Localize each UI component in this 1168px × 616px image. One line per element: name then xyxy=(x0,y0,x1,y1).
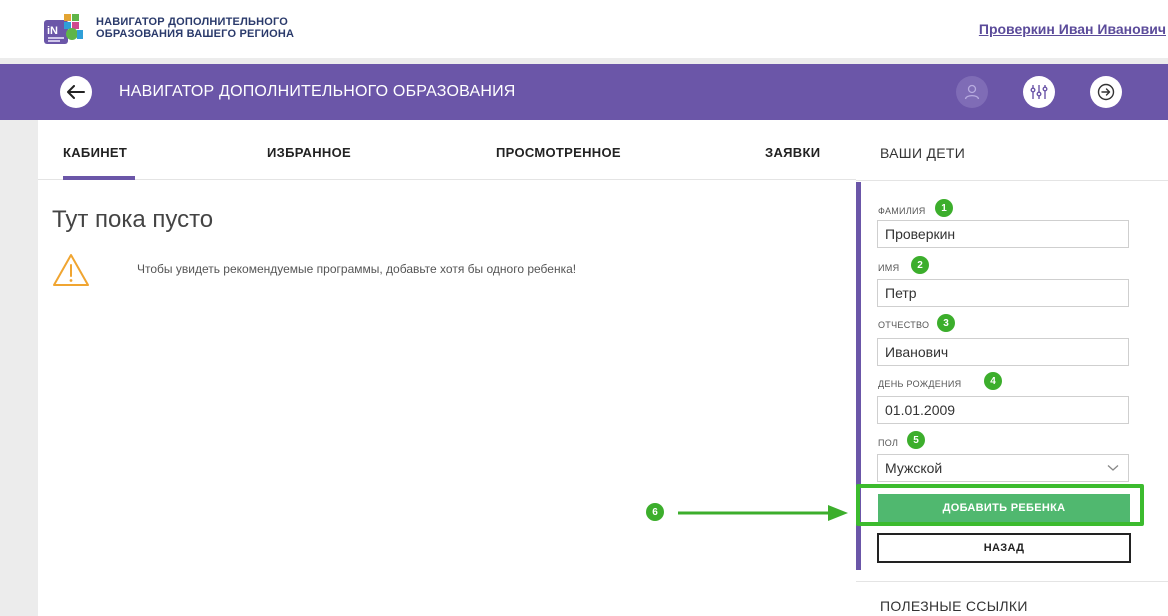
step-badge-5: 5 xyxy=(907,431,925,449)
surname-field[interactable]: Проверкин xyxy=(877,220,1129,248)
children-heading: ВАШИ ДЕТИ xyxy=(880,145,966,161)
useful-links-heading[interactable]: ПОЛЕЗНЫЕ ССЫЛКИ xyxy=(880,598,1028,614)
user-button[interactable] xyxy=(956,76,988,108)
logo-icon[interactable]: iN xyxy=(44,12,86,46)
step-badge-1: 1 xyxy=(935,199,953,217)
empty-state-title: Тут пока пусто xyxy=(52,206,214,233)
step-badge-2: 2 xyxy=(911,256,929,274)
patronymic-field[interactable]: Иванович xyxy=(877,338,1129,366)
step-badge-4: 4 xyxy=(984,372,1002,390)
tab-applications[interactable]: ЗАЯВКИ xyxy=(765,145,820,160)
step-badge-6: 6 xyxy=(646,503,664,521)
back-button[interactable]: НАЗАД xyxy=(877,533,1131,563)
page: iN НАВИГАТОР ДОПОЛНИТЕЛЬНОГО ОБРАЗОВАНИЯ… xyxy=(0,0,1168,616)
header-title: НАВИГАТОР ДОПОЛНИТЕЛЬНОГО ОБРАЗОВАНИЯ xyxy=(119,83,516,100)
first-name-label: ИМЯ xyxy=(878,263,900,273)
surname-label: ФАМИЛИЯ xyxy=(878,206,926,216)
arrow-left-icon xyxy=(67,85,85,99)
gender-select[interactable]: Мужской xyxy=(877,454,1129,482)
annotation-arrow-icon xyxy=(678,505,848,521)
filter-button[interactable] xyxy=(1023,76,1055,108)
chevron-down-icon xyxy=(1107,465,1119,471)
warning-text: Чтобы увидеть рекомендуемые программы, д… xyxy=(137,262,577,276)
children-panel: ВАШИ ДЕТИ ФАМИЛИЯ 1 Проверкин ИМЯ 2 Петр… xyxy=(856,120,1168,616)
main-content: КАБИНЕТ ИЗБРАННОЕ ПРОСМОТРЕННОЕ ЗАЯВКИ Т… xyxy=(38,120,856,616)
tab-cabinet[interactable]: КАБИНЕТ xyxy=(63,145,127,160)
gender-label: ПОЛ xyxy=(878,438,899,448)
tab-viewed[interactable]: ПРОСМОТРЕННОЕ xyxy=(496,145,621,160)
back-arrow-button[interactable] xyxy=(60,76,92,108)
active-tab-indicator xyxy=(63,176,135,180)
sliders-icon xyxy=(1030,85,1048,99)
logo-text: НАВИГАТОР ДОПОЛНИТЕЛЬНОГО ОБРАЗОВАНИЯ ВА… xyxy=(96,16,294,40)
divider xyxy=(856,180,1168,181)
user-profile-link[interactable]: Проверкин Иван Иванович xyxy=(979,21,1166,37)
logo-line-2: ОБРАЗОВАНИЯ ВАШЕГО РЕГИОНА xyxy=(96,28,295,40)
divider xyxy=(856,581,1168,582)
logout-button[interactable] xyxy=(1090,76,1122,108)
step-badge-3: 3 xyxy=(937,314,955,332)
logo-line-1: НАВИГАТОР ДОПОЛНИТЕЛЬНОГО xyxy=(96,16,289,28)
birthday-field[interactable]: 01.01.2009 xyxy=(877,396,1129,424)
warning-icon xyxy=(52,253,90,287)
svg-text:iN: iN xyxy=(47,25,58,37)
first-name-field[interactable]: Петр xyxy=(877,279,1129,307)
logout-icon xyxy=(1097,83,1115,101)
add-child-button[interactable]: ДОБАВИТЬ РЕБЕНКА xyxy=(878,494,1130,522)
patronymic-label: ОТЧЕСТВО xyxy=(878,320,930,330)
tab-favorites[interactable]: ИЗБРАННОЕ xyxy=(267,145,351,160)
tabs-bar: КАБИНЕТ ИЗБРАННОЕ ПРОСМОТРЕННОЕ ЗАЯВКИ xyxy=(38,120,856,180)
user-icon xyxy=(964,84,980,100)
header-bar: НАВИГАТОР ДОПОЛНИТЕЛЬНОГО ОБРАЗОВАНИЯ xyxy=(0,64,1168,120)
gender-select-value: Мужской xyxy=(885,460,943,476)
birthday-label: ДЕНЬ РОЖДЕНИЯ xyxy=(878,379,962,389)
top-bar: iN НАВИГАТОР ДОПОЛНИТЕЛЬНОГО ОБРАЗОВАНИЯ… xyxy=(0,0,1168,58)
